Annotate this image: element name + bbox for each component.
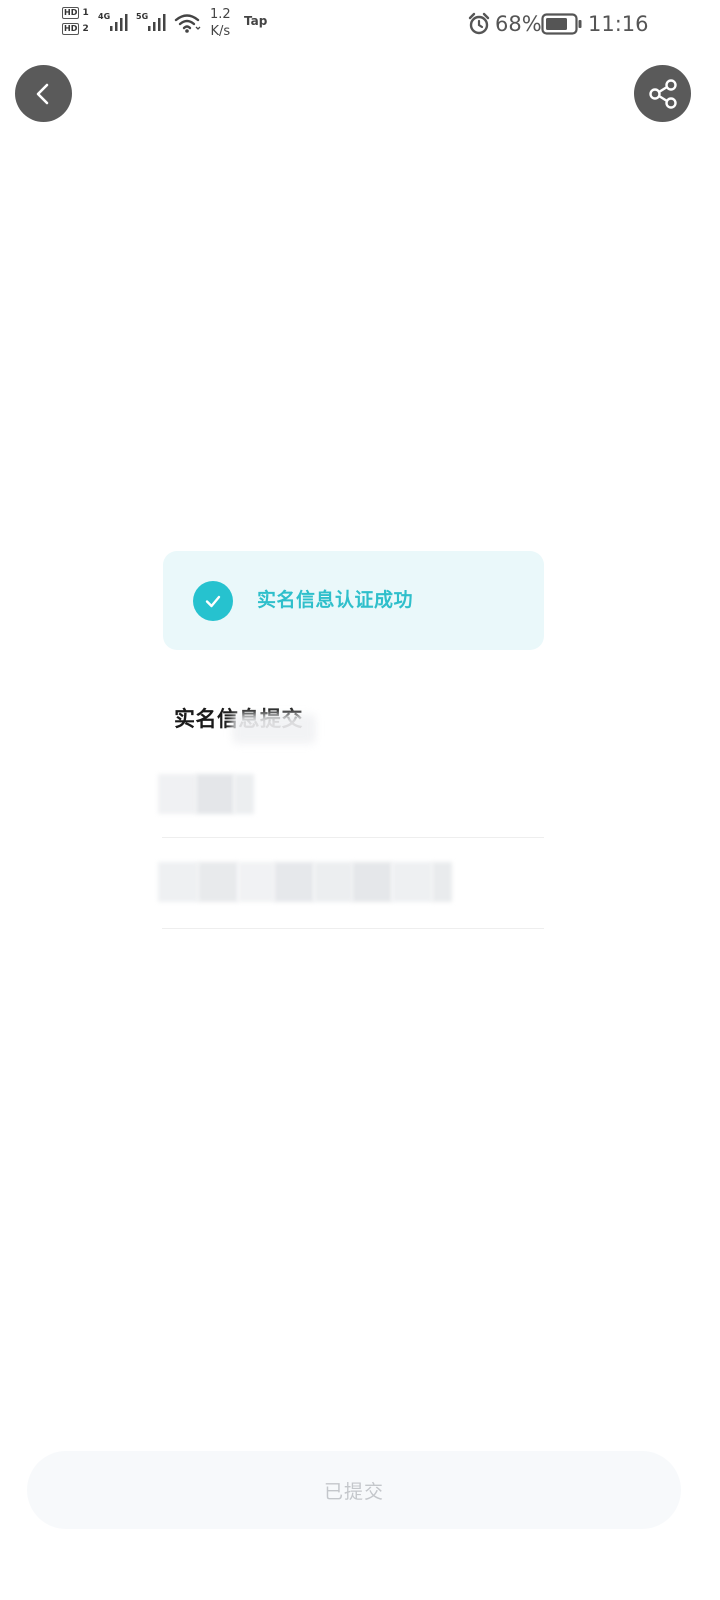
- redacted-id-number: [158, 862, 452, 902]
- redacted-name: [158, 774, 254, 814]
- network-speed-unit: K/s: [210, 24, 231, 39]
- status-bar: HD 1 HD 2 4G 5G 1.2 K/s Tap 68% 11:16: [0, 0, 720, 50]
- success-check-badge: [193, 581, 233, 621]
- battery-icon: [541, 13, 582, 35]
- hd-sim1-badge: HD 1: [62, 7, 89, 19]
- signal-icon: [110, 14, 128, 31]
- back-button[interactable]: [15, 65, 72, 122]
- battery-percent: 68%: [495, 12, 542, 36]
- submitted-button[interactable]: 已提交: [27, 1451, 681, 1529]
- verification-result-page: HD 1 HD 2 4G 5G 1.2 K/s Tap 68% 11:16 实名…: [0, 0, 720, 1600]
- share-button[interactable]: [634, 65, 691, 122]
- submitted-button-label: 已提交: [323, 1480, 384, 1503]
- info-row-name: [158, 748, 544, 838]
- network-speed: 1.2 K/s: [210, 6, 231, 40]
- wifi-icon: [174, 14, 201, 33]
- verification-success-banner: 实名信息认证成功: [163, 551, 544, 650]
- info-row-id-number: [158, 838, 544, 929]
- check-icon: [205, 595, 221, 608]
- alarm-icon: [468, 12, 490, 35]
- network-speed-value: 1.2: [210, 7, 231, 22]
- signal-icon: [148, 14, 166, 31]
- chevron-left-icon: [36, 83, 48, 104]
- tap-indicator: Tap: [244, 14, 268, 28]
- success-message: 实名信息认证成功: [257, 589, 414, 611]
- sim-indicators: HD 1 HD 2: [62, 7, 92, 39]
- redacted-overlay: [232, 714, 316, 744]
- clock-time: 11:16: [588, 12, 649, 36]
- hd-sim2-badge: HD 2: [62, 23, 89, 35]
- share-icon: [648, 78, 677, 109]
